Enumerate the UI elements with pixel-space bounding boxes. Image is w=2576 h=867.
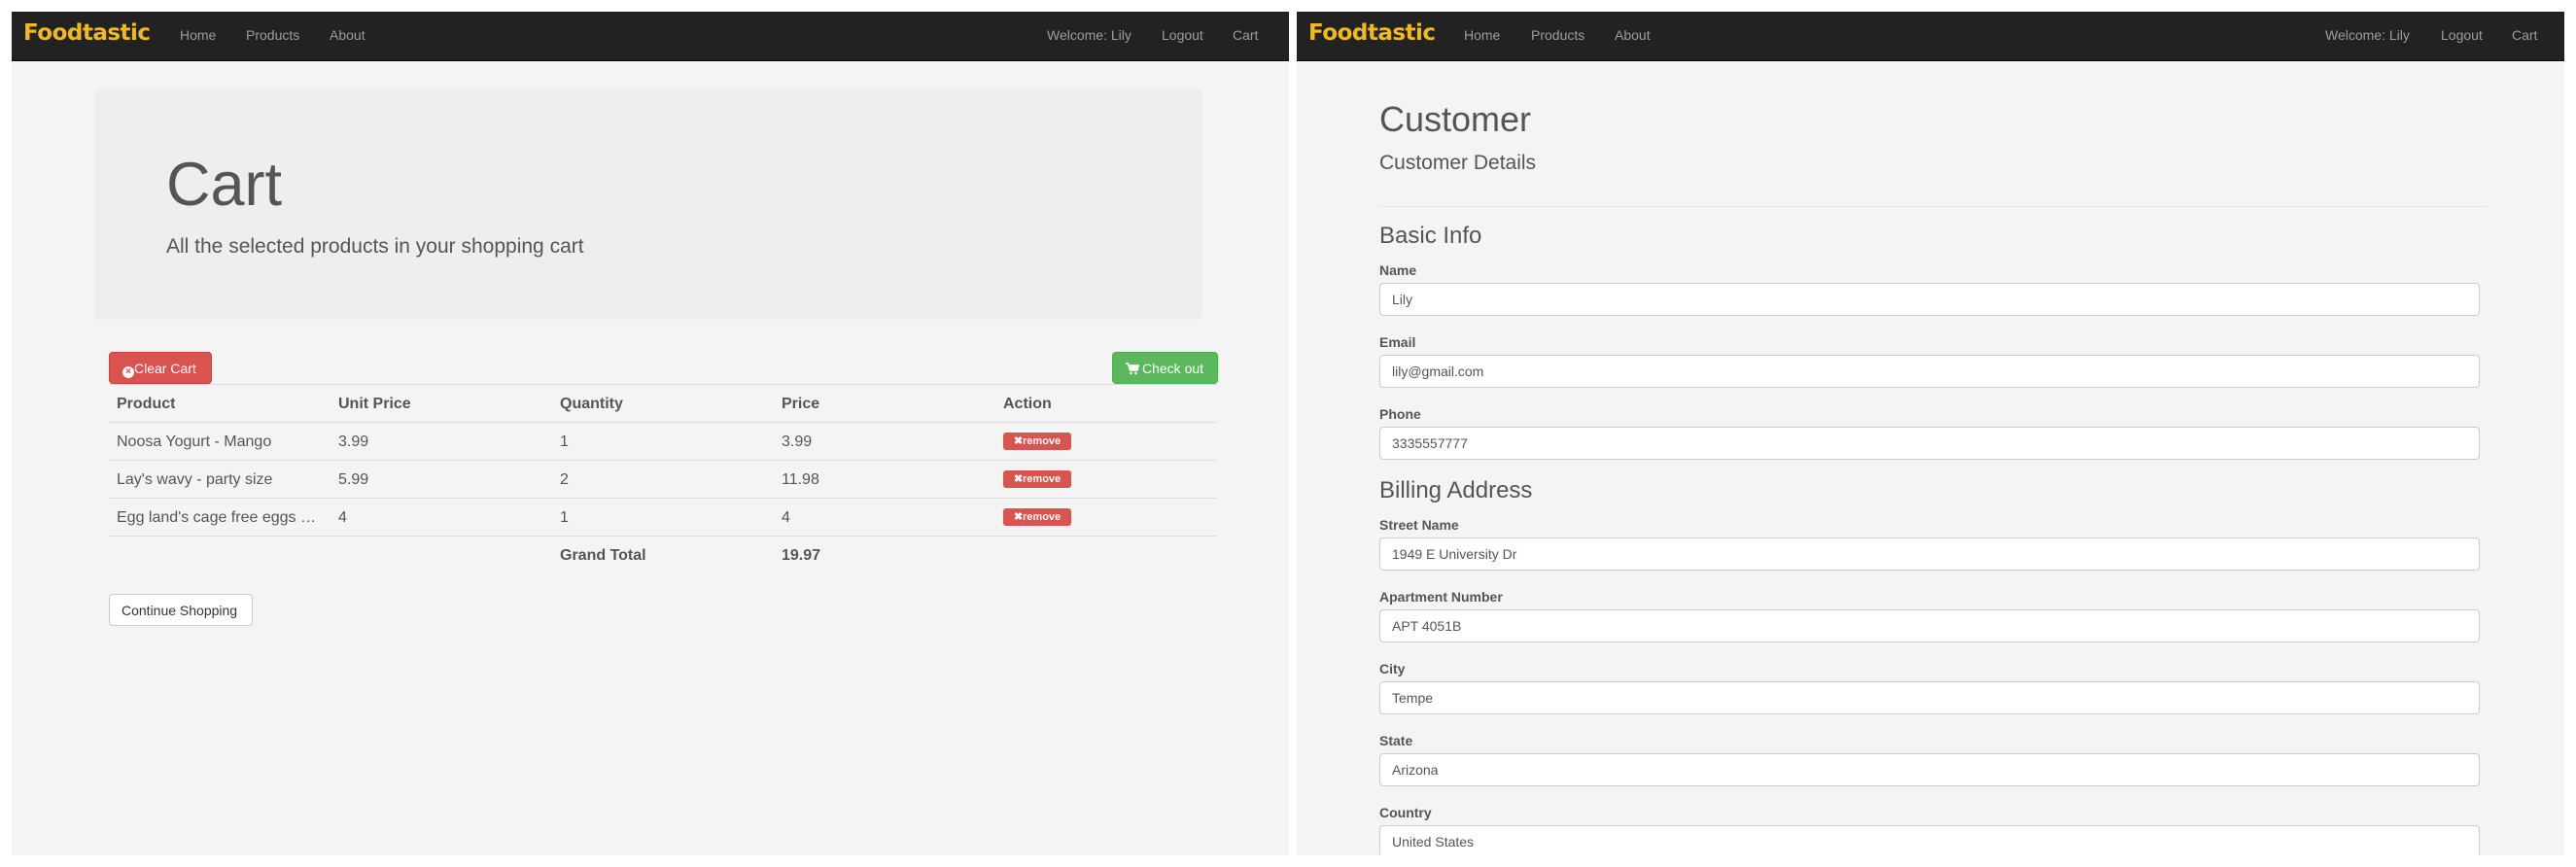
country-field[interactable]: United States	[1379, 825, 2480, 855]
cart-jumbotron: Cart All the selected products in your s…	[94, 88, 1202, 320]
check-out-button[interactable]: Check out	[1112, 352, 1218, 384]
remove-label: remove	[1023, 435, 1062, 447]
grand-total-value: 19.97	[782, 547, 821, 564]
table-row: Egg land's cage free eggs - 12ct 4 1 4 ✖…	[109, 498, 1217, 537]
column-header: Quantity	[560, 396, 623, 412]
table-row: Lay's wavy - party size 5.99 2 11.98 ✖re…	[109, 460, 1217, 499]
email-label: Email	[1379, 334, 1416, 350]
billing-address-heading: Billing Address	[1379, 477, 1533, 503]
nav-about-link[interactable]: About	[330, 27, 366, 43]
city-field[interactable]: Tempe	[1379, 681, 2480, 714]
nav-welcome-link[interactable]: Welcome: Lily	[2325, 27, 2410, 43]
nav-cart-link[interactable]: Cart	[2512, 27, 2537, 43]
table-row: Noosa Yogurt - Mango 3.99 1 3.99 ✖remove	[109, 422, 1217, 461]
nav-products-link[interactable]: Products	[1531, 27, 1584, 43]
column-header: Unit Price	[338, 396, 411, 412]
clear-cart-label: Clear Cart	[134, 361, 196, 376]
unit-price: 4	[338, 509, 347, 526]
page-title: Cart	[166, 151, 283, 219]
price: 3.99	[782, 434, 813, 450]
street-name-field[interactable]: 1949 E University Dr	[1379, 538, 2480, 571]
phone-field[interactable]: 3335557777	[1379, 427, 2480, 460]
apartment-number-field[interactable]: APT 4051B	[1379, 609, 2480, 642]
grand-total-label: Grand Total	[560, 547, 646, 564]
column-header: Product	[117, 396, 176, 412]
remove-button[interactable]: ✖remove	[1003, 470, 1071, 488]
price: 4	[782, 509, 790, 526]
remove-label: remove	[1023, 473, 1062, 485]
page-title: Customer	[1379, 99, 1532, 139]
column-header: Action	[1003, 396, 1052, 412]
basic-info-heading: Basic Info	[1379, 223, 1482, 249]
nav-logout-link[interactable]: Logout	[1162, 27, 1203, 43]
nav-home-link[interactable]: Home	[1464, 27, 1500, 43]
street-name-label: Street Name	[1379, 517, 1459, 533]
unit-price: 3.99	[338, 434, 369, 450]
product-name: Noosa Yogurt - Mango	[117, 434, 272, 450]
quantity: 1	[560, 434, 569, 450]
remove-label: remove	[1023, 511, 1062, 523]
continue-shopping-button[interactable]: Continue Shopping	[109, 594, 253, 626]
brand-logo[interactable]: Foodtastic	[23, 20, 151, 46]
phone-label: Phone	[1379, 406, 1421, 422]
email-field[interactable]: lily@gmail.com	[1379, 355, 2480, 388]
price: 11.98	[782, 471, 819, 488]
quantity: 1	[560, 509, 569, 526]
customer-window: Foodtastic Home Products About Welcome: …	[1297, 12, 2564, 855]
nav-products-link[interactable]: Products	[246, 27, 299, 43]
name-label: Name	[1379, 262, 1417, 278]
remove-button[interactable]: ✖remove	[1003, 508, 1071, 526]
state-field[interactable]: Arizona	[1379, 753, 2480, 786]
quantity: 2	[560, 471, 569, 488]
name-field[interactable]: Lily	[1379, 283, 2480, 316]
times-circle-icon: ×	[122, 366, 134, 378]
nav-cart-link[interactable]: Cart	[1233, 27, 1258, 43]
grand-total-row: Grand Total 19.97	[109, 536, 1217, 574]
remove-button[interactable]: ✖remove	[1003, 433, 1071, 450]
navbar: Foodtastic Home Products About Welcome: …	[1297, 12, 2564, 61]
clear-cart-button[interactable]: × Clear Cart	[109, 352, 212, 384]
page-subtitle: All the selected products in your shoppi…	[166, 235, 584, 258]
page-subtitle: Customer Details	[1379, 152, 1537, 174]
unit-price: 5.99	[338, 471, 369, 488]
apartment-number-label: Apartment Number	[1379, 589, 1503, 605]
column-header: Price	[782, 396, 820, 412]
times-icon: ✖	[1013, 435, 1024, 447]
product-name: Egg land's cage free eggs - 12ct	[117, 509, 321, 526]
cart-window: Foodtastic Home Products About Welcome: …	[12, 12, 1289, 855]
check-out-label: Check out	[1142, 361, 1204, 376]
nav-logout-link[interactable]: Logout	[2441, 27, 2483, 43]
table-header-row: Product Unit Price Quantity Price Action	[109, 384, 1217, 423]
brand-logo[interactable]: Foodtastic	[1308, 20, 1436, 46]
divider	[1379, 206, 2488, 207]
nav-welcome-link[interactable]: Welcome: Lily	[1047, 27, 1131, 43]
state-label: State	[1379, 733, 1413, 748]
city-label: City	[1379, 661, 1406, 676]
nav-about-link[interactable]: About	[1615, 27, 1651, 43]
times-icon: ✖	[1013, 473, 1024, 485]
times-icon: ✖	[1013, 511, 1024, 523]
navbar: Foodtastic Home Products About Welcome: …	[12, 12, 1289, 61]
nav-home-link[interactable]: Home	[180, 27, 216, 43]
product-name: Lay's wavy - party size	[117, 471, 273, 488]
country-label: Country	[1379, 805, 1432, 820]
shopping-cart-icon	[1126, 363, 1140, 377]
